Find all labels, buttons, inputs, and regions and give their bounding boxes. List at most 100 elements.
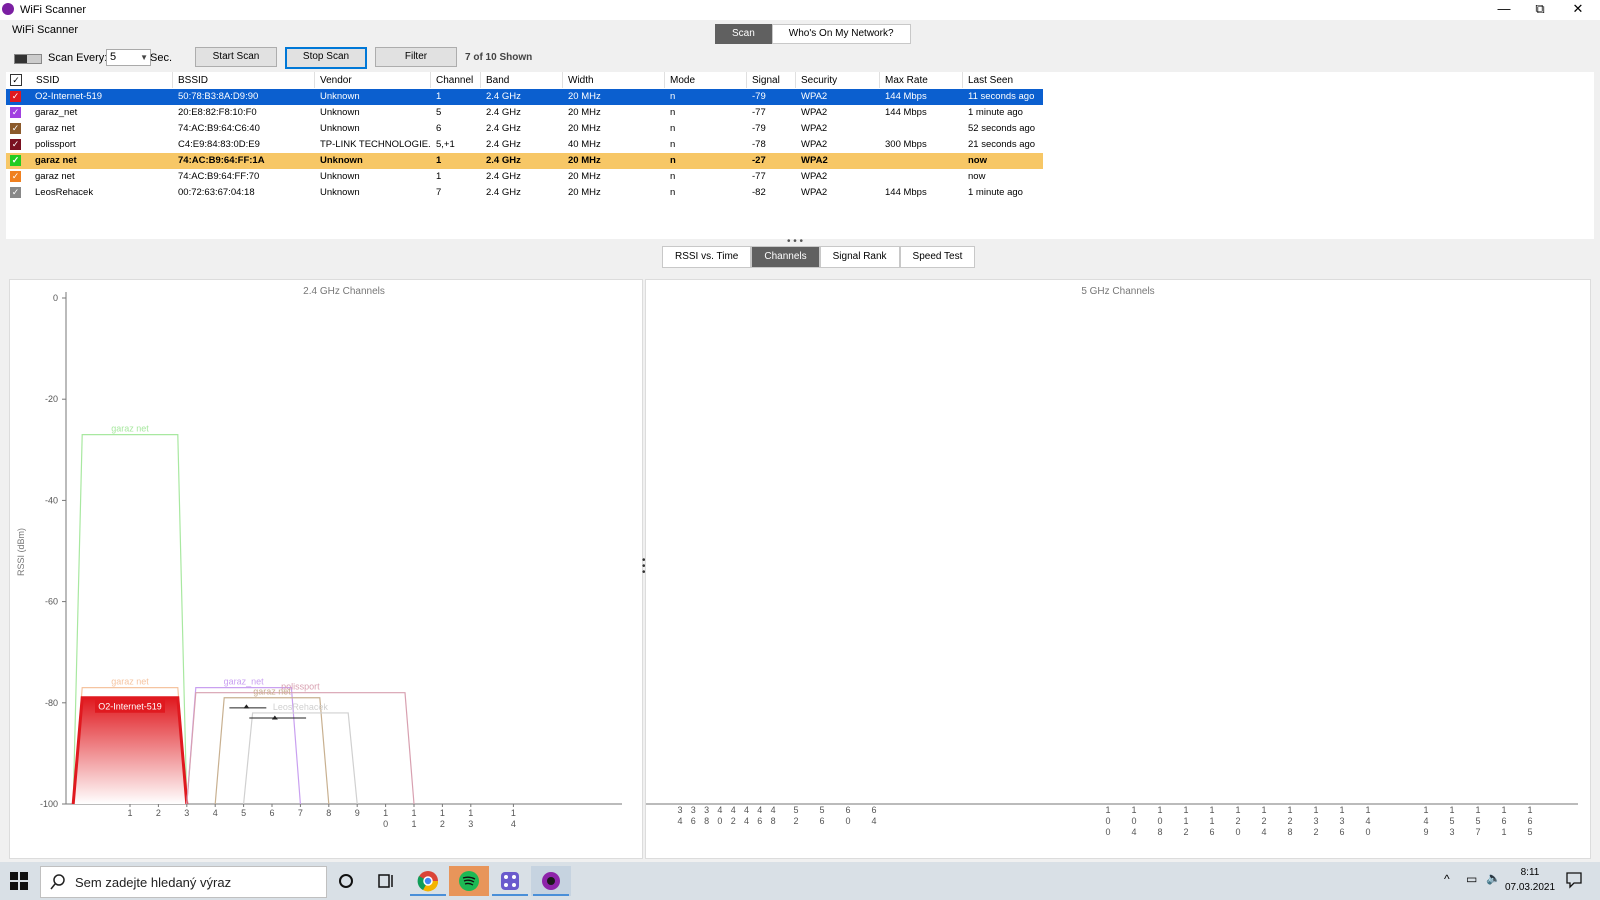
column-separator[interactable] — [664, 72, 665, 88]
clock[interactable]: 8:11 07.03.2021 — [1500, 865, 1560, 895]
column-separator[interactable] — [962, 72, 963, 88]
chart-title: 2.4 GHz Channels — [303, 286, 385, 297]
network-icon[interactable]: ▭ — [1466, 872, 1477, 886]
chrome-icon[interactable] — [408, 866, 448, 896]
column-separator[interactable] — [746, 72, 747, 88]
cell-bssid: 74:AC:B9:64:FF:70 — [178, 171, 260, 182]
close-button[interactable]: ✕ — [1560, 0, 1596, 20]
cell-vendor: Unknown — [320, 171, 360, 182]
cell-mode: n — [670, 91, 676, 102]
x-tick-label: 14 — [511, 808, 516, 829]
column-header-channel[interactable]: Channel — [436, 75, 473, 86]
tab-scan[interactable]: Scan — [715, 24, 772, 44]
cortana-icon[interactable] — [326, 866, 366, 896]
stop-scan-button[interactable]: Stop Scan — [285, 47, 367, 69]
column-separator[interactable] — [430, 72, 431, 88]
x-tick-label: 60 — [845, 805, 850, 826]
taskbar-search[interactable]: Sem zadejte hledaný výraz — [40, 866, 327, 898]
tab-signal-rank[interactable]: Signal Rank — [819, 246, 900, 268]
notification-icon[interactable] — [1565, 871, 1583, 889]
x-tick-label: 104 — [1131, 805, 1136, 837]
filter-button[interactable]: Filter — [375, 47, 457, 67]
x-tick-label: 124 — [1261, 805, 1266, 837]
column-header-max-rate[interactable]: Max Rate — [885, 75, 928, 86]
row-checkbox[interactable]: ✓ — [10, 171, 21, 182]
cell-signal: -79 — [752, 123, 766, 134]
volume-icon[interactable]: 🔈 — [1486, 871, 1501, 885]
row-checkbox[interactable]: ✓ — [10, 187, 21, 198]
column-header-width[interactable]: Width — [568, 75, 594, 86]
x-tick-label: 38 — [704, 805, 709, 826]
table-row[interactable]: ✓ garaz net 74:AC:B9:64:FF:70 Unknown 1 2.4 G… — [6, 169, 1043, 185]
row-checkbox[interactable]: ✓ — [10, 91, 21, 102]
column-header-band[interactable]: Band — [486, 75, 509, 86]
cell-last-seen: 11 seconds ago — [968, 91, 1035, 102]
tab-rssi-vs-time[interactable]: RSSI vs. Time — [662, 246, 752, 268]
cell-width: 20 MHz — [568, 123, 601, 134]
chevron-up-icon[interactable]: ^ — [1444, 872, 1450, 886]
cell-ssid: garaz net — [35, 171, 75, 182]
column-header-signal[interactable]: Signal — [752, 75, 780, 86]
column-header-security[interactable]: Security — [801, 75, 837, 86]
windows-start-icon[interactable] — [10, 872, 28, 890]
column-separator[interactable] — [795, 72, 796, 88]
start-scan-button[interactable]: Start Scan — [195, 47, 277, 67]
task-view-icon[interactable] — [366, 866, 406, 896]
app-icon — [2, 3, 14, 15]
scan-interval-select[interactable]: 5 ▼ — [106, 49, 151, 66]
cell-channel: 5 — [436, 107, 442, 118]
tab-speed-test[interactable]: Speed Test — [899, 246, 976, 268]
x-tick-label: 3 — [184, 808, 189, 818]
column-separator[interactable] — [480, 72, 481, 88]
column-separator[interactable] — [562, 72, 563, 88]
x-tick-label: 8 — [326, 808, 331, 818]
spotify-icon[interactable] — [449, 866, 489, 896]
y-tick-label: 0 — [53, 293, 58, 303]
minimize-button[interactable]: — — [1486, 0, 1522, 20]
table-row[interactable]: ✓ garaz net 74:AC:B9:64:FF:1A Unknown 1 2.4 G… — [6, 153, 1043, 169]
column-header-mode[interactable]: Mode — [670, 75, 695, 86]
y-axis-label: RSSI (dBm) — [16, 528, 26, 576]
column-separator[interactable] — [172, 72, 173, 88]
row-checkbox[interactable]: ✓ — [10, 139, 21, 150]
x-tick-label: 34 — [677, 805, 682, 826]
cell-bssid: 20:E8:82:F8:10:F0 — [178, 107, 257, 118]
tab-channels[interactable]: Channels — [751, 246, 820, 268]
column-separator[interactable] — [879, 72, 880, 88]
column-header-last-seen[interactable]: Last Seen — [968, 75, 1013, 86]
app-launcher-icon[interactable] — [490, 866, 530, 896]
row-checkbox[interactable]: ✓ — [10, 123, 21, 134]
row-checkbox[interactable]: ✓ — [10, 107, 21, 118]
tab-whos-on-my-network[interactable]: Who's On My Network? — [771, 24, 911, 44]
cell-ssid: polissport — [35, 139, 76, 150]
column-header-ssid[interactable]: SSID — [36, 75, 59, 86]
table-row[interactable]: ✓ LeosRehacek 00:72:63:67:04:18 Unknown 7 2.4… — [6, 185, 1043, 201]
x-tick-label: 6 — [269, 808, 274, 818]
y-tick-label: -60 — [45, 597, 58, 607]
table-row[interactable]: ✓ garaz_net 20:E8:82:F8:10:F0 Unknown 5 2.4 G… — [6, 105, 1043, 121]
wifi-scanner-taskbar-icon[interactable] — [531, 866, 571, 896]
restore-button[interactable]: ⧉ — [1522, 0, 1558, 20]
chevron-down-icon: ▼ — [140, 53, 148, 62]
series-label: LeosRehacek — [273, 702, 329, 712]
cell-band: 2.4 GHz — [486, 123, 521, 134]
x-tick-label: 112 — [1183, 805, 1188, 837]
x-tick-label: 4 — [213, 808, 218, 818]
cell-width: 20 MHz — [568, 187, 601, 198]
select-all-checkbox[interactable]: ✓ — [10, 74, 22, 86]
row-checkbox[interactable]: ✓ — [10, 155, 21, 166]
series-label: garaz_net — [224, 677, 265, 687]
table-row[interactable]: ✓ polissport C4:E9:84:83:0D:E9 TP-LINK TECH… — [6, 137, 1043, 153]
x-tick-label: 128 — [1287, 805, 1292, 837]
cell-last-seen: 21 seconds ago — [968, 139, 1036, 150]
table-row[interactable]: ✓ garaz net 74:AC:B9:64:C6:40 Unknown 6 2.4 G… — [6, 121, 1043, 137]
cell-channel: 5,+1 — [436, 139, 455, 150]
table-row[interactable]: ✓ O2-Internet-519 50:78:B3:8A:D9:90 Unknown… — [6, 89, 1043, 105]
column-header-bssid[interactable]: BSSID — [178, 75, 208, 86]
column-separator[interactable] — [314, 72, 315, 88]
auto-scan-toggle[interactable] — [14, 54, 42, 64]
cell-ssid: garaz_net — [35, 107, 78, 118]
column-header-vendor[interactable]: Vendor — [320, 75, 352, 86]
cell-max-rate: 300 Mbps — [885, 139, 927, 150]
y-tick-label: -40 — [45, 495, 58, 505]
